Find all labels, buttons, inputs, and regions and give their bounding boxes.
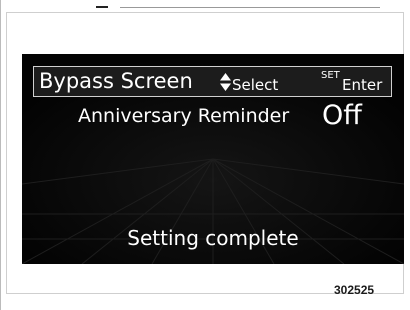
setting-value[interactable]: Off bbox=[322, 100, 362, 131]
setting-name: Anniversary Reminder bbox=[78, 105, 290, 127]
manual-page: Bypass Screen Select SET Enter Anniversa… bbox=[0, 0, 410, 310]
figure-number: 302525 bbox=[334, 283, 375, 297]
up-down-triangle-icon bbox=[220, 73, 231, 95]
enter-hint-label: Enter bbox=[342, 76, 383, 94]
cropped-manual-text bbox=[0, 0, 410, 10]
screen-title: Bypass Screen bbox=[39, 69, 193, 93]
header-bar: Bypass Screen Select SET Enter bbox=[33, 66, 392, 97]
set-button-label: SET bbox=[321, 70, 340, 81]
display-screen: Bypass Screen Select SET Enter Anniversa… bbox=[22, 54, 404, 264]
cropped-text-rule bbox=[120, 7, 380, 8]
setting-row-anniversary-reminder[interactable]: Anniversary Reminder Off bbox=[78, 100, 378, 132]
status-message: Setting complete bbox=[127, 226, 299, 250]
page-edge-rule bbox=[0, 0, 1, 310]
cropped-text-mark bbox=[96, 6, 108, 8]
select-hint-label: Select bbox=[232, 76, 279, 94]
